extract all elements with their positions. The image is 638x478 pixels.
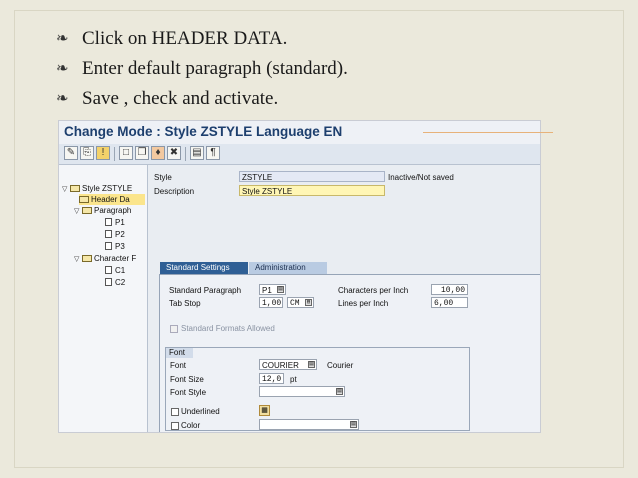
- tree-node-p1[interactable]: P1: [105, 217, 125, 228]
- tab-stop-label: Tab Stop: [169, 299, 201, 308]
- tree-node-paragraphs[interactable]: ▽ Paragraph: [74, 205, 131, 216]
- cpi-label: Characters per Inch: [338, 286, 409, 295]
- folder-icon: [70, 185, 80, 192]
- document-icon: [105, 218, 112, 226]
- folder-icon: [79, 196, 89, 203]
- bullet-item: ❧ Enter default paragraph (standard).: [56, 54, 348, 84]
- value-help-icon[interactable]: ▤: [308, 361, 315, 368]
- standard-paragraph-field[interactable]: P1 ▤: [259, 284, 286, 295]
- other-object-icon[interactable]: ⎘: [80, 146, 94, 160]
- info-icon[interactable]: !: [96, 146, 110, 160]
- color-field[interactable]: ▤: [259, 419, 359, 430]
- cpi-field[interactable]: 10,00: [431, 284, 468, 295]
- font-size-field[interactable]: 12,0: [259, 373, 284, 384]
- bullet-item: ❧ Save , check and activate.: [56, 84, 348, 114]
- bullet-text: Save , check and activate.: [82, 88, 279, 109]
- style-label: Style: [154, 173, 172, 182]
- style-tree: ▽ Style ZSTYLE Header Da ▽ Paragraph P1 P2…: [59, 165, 148, 432]
- status-text: Inactive/Not saved: [388, 173, 454, 182]
- title-underline: [423, 132, 553, 133]
- color-checkbox[interactable]: [171, 422, 179, 430]
- font-label: Font: [170, 361, 187, 370]
- tree-node-c2[interactable]: C2: [105, 277, 125, 288]
- sap-screenshot: Change Mode : Style ZSTYLE Language EN ✎…: [58, 120, 541, 433]
- new-page-icon[interactable]: □: [119, 146, 133, 160]
- slide: ❧ Click on HEADER DATA. ❧ Enter default …: [0, 0, 638, 478]
- tree-node-style[interactable]: ▽ Style ZSTYLE: [62, 183, 132, 194]
- document-icon: [105, 230, 112, 238]
- color-label: Color: [181, 421, 201, 430]
- value-help-icon[interactable]: ▤: [336, 388, 343, 395]
- tab-stop-unit-field[interactable]: CM ▤: [287, 297, 314, 308]
- value-help-icon[interactable]: ▤: [350, 421, 357, 428]
- document-icon: [105, 278, 112, 286]
- screen-title: Change Mode : Style ZSTYLE Language EN: [64, 124, 343, 139]
- tab-stop-field[interactable]: 1,00: [259, 297, 283, 308]
- standard-formats-label: Standard Formats Allowed: [181, 324, 275, 333]
- tab-administration[interactable]: Administration: [249, 262, 327, 274]
- display-change-icon[interactable]: ✎: [64, 146, 78, 160]
- collapse-icon[interactable]: ▽: [62, 184, 70, 195]
- font-description: Courier: [327, 361, 354, 370]
- value-help-icon[interactable]: ▤: [305, 299, 312, 306]
- font-group: Font Font COURIER ▤ Courier Font Size 12,…: [165, 347, 470, 431]
- underlined-label: Underlined: [181, 407, 220, 416]
- collapse-icon[interactable]: ▽: [74, 206, 82, 217]
- tree-node-c1[interactable]: C1: [105, 265, 125, 276]
- delete-icon[interactable]: ✖: [167, 146, 181, 160]
- style-field: ZSTYLE: [239, 171, 385, 182]
- underlined-checkbox[interactable]: [171, 408, 179, 416]
- activate-icon[interactable]: ♦: [151, 146, 165, 160]
- folder-icon: [82, 207, 92, 214]
- collapse-icon[interactable]: ▽: [74, 254, 82, 265]
- font-size-label: Font Size: [170, 375, 204, 384]
- value-help-icon[interactable]: ▤: [277, 286, 284, 293]
- document-icon: [105, 242, 112, 250]
- document-icon: [105, 266, 112, 274]
- font-size-unit: pt: [290, 375, 297, 384]
- description-field[interactable]: Style ZSTYLE: [239, 185, 385, 196]
- paragraph-icon[interactable]: ¶: [206, 146, 220, 160]
- tree-node-header-data[interactable]: Header Da: [79, 194, 145, 205]
- application-toolbar: ✎ ⎘ ! □ ❐ ♦ ✖ ▤ ¶: [59, 144, 540, 165]
- lpi-field[interactable]: 6,00: [431, 297, 468, 308]
- font-style-field[interactable]: ▤: [259, 386, 345, 397]
- bullet-item: ❧ Click on HEADER DATA.: [56, 24, 348, 54]
- header-data-icon[interactable]: ▤: [190, 146, 204, 160]
- header-data-panel: Style ZSTYLE Inactive/Not saved Descript…: [148, 165, 540, 432]
- toolbar-separator: [185, 147, 186, 161]
- bullet-text: Click on HEADER DATA.: [82, 28, 288, 49]
- standard-paragraph-label: Standard Paragraph: [169, 286, 242, 295]
- font-group-title: Font: [166, 348, 194, 358]
- toolbar-separator: [114, 147, 115, 161]
- bullet-text: Enter default paragraph (standard).: [82, 58, 348, 79]
- font-style-label: Font Style: [170, 388, 207, 397]
- bullet-list: ❧ Click on HEADER DATA. ❧ Enter default …: [56, 24, 348, 114]
- copy-icon[interactable]: ❐: [135, 146, 149, 160]
- folder-open-icon: [82, 255, 92, 262]
- lpi-label: Lines per Inch: [338, 299, 389, 308]
- bullet-swirl-icon: ❧: [56, 91, 69, 107]
- tree-node-p3[interactable]: P3: [105, 241, 125, 252]
- tab-standard-settings[interactable]: Standard Settings: [160, 262, 248, 274]
- tree-node-characters[interactable]: ▽ Character F: [74, 253, 136, 264]
- standard-settings-panel: Standard Paragraph P1 ▤ Tab Stop 1,00 CM ▤…: [159, 274, 540, 432]
- font-field[interactable]: COURIER ▤: [259, 359, 317, 370]
- color-picker-icon[interactable]: ▦: [259, 405, 270, 416]
- standard-formats-checkbox[interactable]: [170, 325, 178, 333]
- bullet-swirl-icon: ❧: [56, 61, 69, 77]
- tree-node-p2[interactable]: P2: [105, 229, 125, 240]
- description-label: Description: [154, 187, 195, 196]
- bullet-swirl-icon: ❧: [56, 31, 69, 47]
